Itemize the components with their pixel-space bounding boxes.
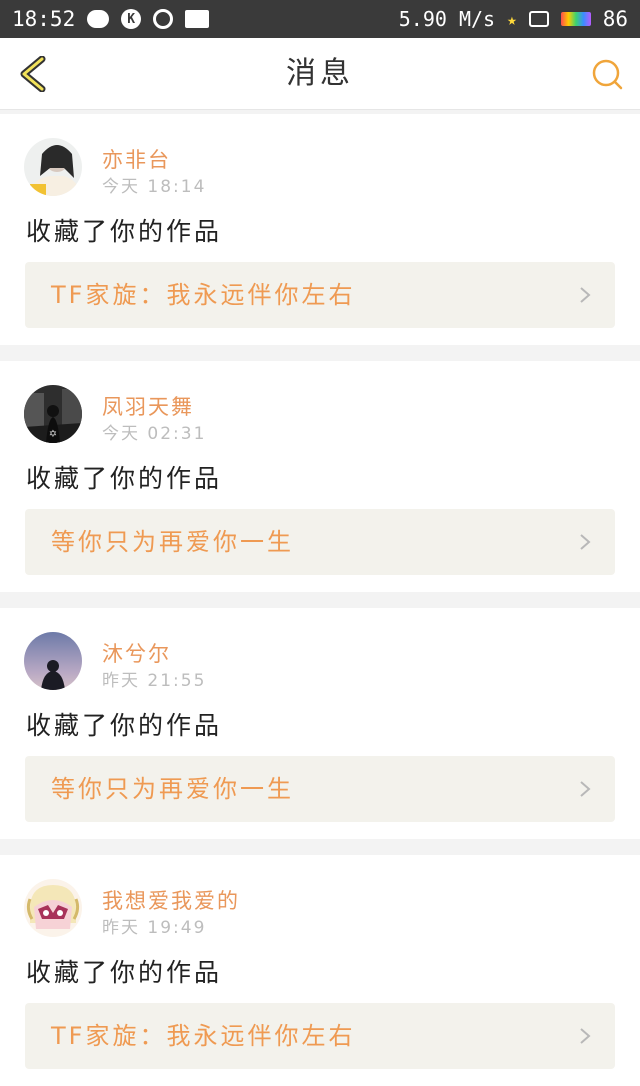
username[interactable]: 凤羽天舞 xyxy=(102,391,194,421)
action-text: 收藏了你的作品 xyxy=(26,464,223,493)
avatar[interactable]: ✡ xyxy=(24,385,82,443)
page-title: 消息 xyxy=(286,56,354,91)
network-speed: 5.90 M/s xyxy=(398,7,496,31)
status-bar: 18:52 K 5.90 M/s ★ 86 xyxy=(0,0,640,38)
chat-icon xyxy=(87,10,110,28)
chevron-right-icon xyxy=(580,287,591,303)
timestamp: 昨天 21:55 xyxy=(102,671,207,691)
work-title: TF家旋：我永远伴你左右 xyxy=(51,1022,356,1050)
username[interactable]: 沐兮尔 xyxy=(102,638,171,668)
camera-shutter-icon xyxy=(153,9,174,29)
k-app-icon: K xyxy=(121,9,142,29)
work-link[interactable]: TF家旋：我永远伴你左右 xyxy=(25,1003,615,1069)
work-link[interactable]: 等你只为再爱你一生 xyxy=(25,756,615,822)
work-link[interactable]: TF家旋：我永远伴你左右 xyxy=(25,262,615,328)
svg-text:✡: ✡ xyxy=(49,429,57,440)
action-text: 收藏了你的作品 xyxy=(26,958,223,987)
search-icon[interactable] xyxy=(590,57,624,91)
timestamp: 昨天 19:49 xyxy=(102,918,207,938)
timestamp: 今天 18:14 xyxy=(102,177,207,197)
chevron-right-icon xyxy=(580,781,591,797)
action-text: 收藏了你的作品 xyxy=(26,217,223,246)
nav-bar: 消息 xyxy=(0,38,640,110)
username[interactable]: 我想爱我爱的 xyxy=(102,885,240,915)
avatar[interactable] xyxy=(24,879,82,937)
battery-level: 86 xyxy=(602,7,628,31)
message-card[interactable]: ✡ 凤羽天舞 今天 02:31 收藏了你的作品 等你只为再爱你一生 xyxy=(0,361,640,592)
message-card[interactable]: 亦非台 今天 18:14 收藏了你的作品 TF家旋：我永远伴你左右 xyxy=(0,114,640,345)
timestamp: 今天 02:31 xyxy=(102,424,207,444)
status-time: 18:52 xyxy=(12,7,76,31)
avatar[interactable] xyxy=(24,138,82,196)
work-title: 等你只为再爱你一生 xyxy=(51,775,294,803)
message-card[interactable]: 沐兮尔 昨天 21:55 收藏了你的作品 等你只为再爱你一生 xyxy=(0,608,640,839)
work-title: 等你只为再爱你一生 xyxy=(51,528,294,556)
image-icon xyxy=(185,10,210,28)
message-list: 亦非台 今天 18:14 收藏了你的作品 TF家旋：我永远伴你左右 ✡ 凤羽天舞… xyxy=(0,110,640,1086)
message-card[interactable]: 我想爱我爱的 昨天 19:49 收藏了你的作品 TF家旋：我永远伴你左右 xyxy=(0,855,640,1086)
screen-rotate-icon xyxy=(528,11,549,27)
chevron-right-icon xyxy=(580,534,591,550)
work-title: TF家旋：我永远伴你左右 xyxy=(51,281,356,309)
avatar[interactable] xyxy=(24,632,82,690)
work-link[interactable]: 等你只为再爱你一生 xyxy=(25,509,615,575)
battery-color-icon xyxy=(560,12,591,26)
stars-icon: ★ xyxy=(507,9,517,29)
action-text: 收藏了你的作品 xyxy=(26,711,223,740)
chevron-right-icon xyxy=(580,1028,591,1044)
username[interactable]: 亦非台 xyxy=(102,144,171,174)
